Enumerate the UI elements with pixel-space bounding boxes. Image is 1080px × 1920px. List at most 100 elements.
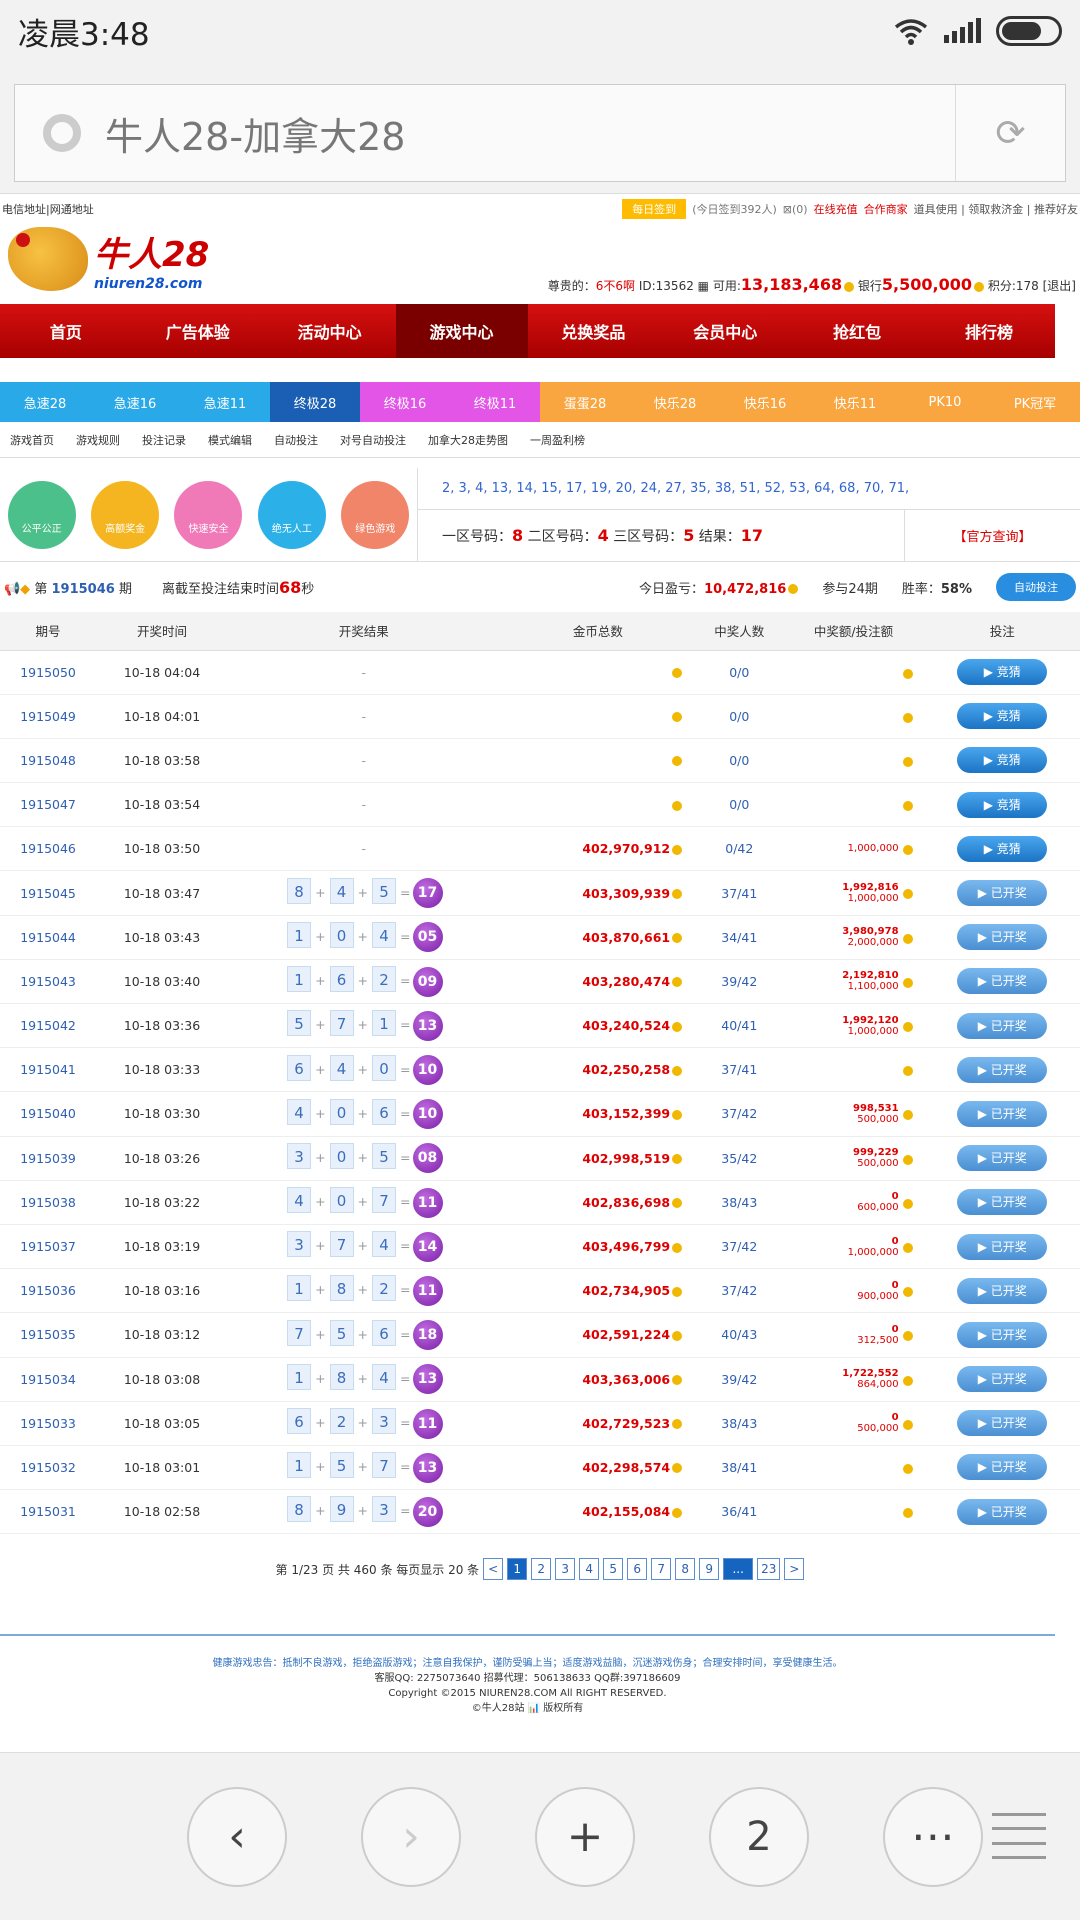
auto-bet-button[interactable]: 自动投注	[996, 573, 1076, 601]
game-tab-0[interactable]: 急速28	[0, 382, 90, 422]
game-tab-10[interactable]: PK10	[900, 382, 990, 422]
menu-icon[interactable]	[992, 1813, 1046, 1859]
period-id[interactable]: 1915048	[0, 738, 97, 784]
network-links[interactable]: 电信地址|网通地址	[2, 201, 94, 217]
game-tab-9[interactable]: 快乐11	[810, 382, 900, 422]
forward-button[interactable]: ›	[361, 1786, 461, 1887]
drawn-button[interactable]: ▶ 已开奖	[957, 1189, 1048, 1216]
username[interactable]: 6不6啊	[596, 279, 635, 293]
sub-nav-item-4[interactable]: 自动投注	[274, 432, 318, 448]
drawn-button[interactable]: ▶ 已开奖	[957, 1410, 1048, 1437]
sub-nav-item-2[interactable]: 投注记录	[142, 432, 186, 448]
daily-sign-button[interactable]: 每日签到	[622, 199, 687, 219]
nav-item-3[interactable]: 游戏中心	[395, 304, 528, 358]
period-id[interactable]: 1915047	[0, 782, 97, 828]
period-id[interactable]: 1915036	[0, 1268, 97, 1314]
game-tab-6[interactable]: 蛋蛋28	[540, 382, 630, 422]
drawn-button[interactable]: ▶ 已开奖	[957, 1277, 1048, 1304]
drawn-button[interactable]: ▶ 已开奖	[957, 1498, 1048, 1525]
sub-nav-item-0[interactable]: 游戏首页	[10, 432, 54, 448]
drawn-button[interactable]: ▶ 已开奖	[957, 1233, 1048, 1260]
game-tab-8[interactable]: 快乐16	[720, 382, 810, 422]
drawn-button[interactable]: ▶ 已开奖	[957, 1100, 1048, 1127]
period-id[interactable]: 1915037	[0, 1224, 97, 1270]
pager-page[interactable]: 6	[627, 1558, 648, 1581]
nav-item-4[interactable]: 兑换奖品	[528, 304, 660, 358]
nav-item-5[interactable]: 会员中心	[659, 304, 791, 358]
game-tab-3[interactable]: 终极28	[270, 382, 360, 422]
guess-button[interactable]: ▶ 竞猜	[957, 659, 1048, 686]
official-query-link[interactable]: 【官方查询】	[904, 510, 1080, 561]
period-id[interactable]: 1915031	[0, 1489, 97, 1535]
merchant-link[interactable]: 合作商家	[864, 201, 908, 217]
period-id[interactable]: 1915035	[0, 1312, 97, 1358]
pager-ellipsis[interactable]: ...	[723, 1558, 754, 1581]
drawn-button[interactable]: ▶ 已开奖	[957, 924, 1048, 951]
period-id[interactable]: 1915038	[0, 1180, 97, 1225]
sub-nav-item-6[interactable]: 加拿大28走势图	[428, 432, 508, 448]
game-tab-4[interactable]: 终极16	[360, 382, 450, 422]
period-id[interactable]: 1915046	[0, 826, 97, 872]
period-id[interactable]: 1915034	[0, 1357, 97, 1402]
pager-page[interactable]: 8	[675, 1558, 696, 1581]
message-link[interactable]: ⊠(0)	[783, 203, 808, 216]
period-id[interactable]: 1915041	[0, 1047, 97, 1093]
pager-page[interactable]: 2	[531, 1558, 552, 1581]
period-id[interactable]: 1915040	[0, 1091, 97, 1137]
pager-page[interactable]: 4	[579, 1558, 600, 1581]
nav-item-7[interactable]: 排行榜	[923, 304, 1055, 358]
pager-page[interactable]: 5	[603, 1558, 624, 1581]
period-id[interactable]: 1915039	[0, 1136, 97, 1181]
nav-item-1[interactable]: 广告体验	[132, 304, 264, 358]
guess-button[interactable]: ▶ 竞猜	[957, 791, 1048, 818]
pager-next[interactable]: >	[784, 1558, 805, 1581]
period-id[interactable]: 1915049	[0, 694, 97, 739]
period-id[interactable]: 1915032	[0, 1445, 97, 1491]
nav-item-2[interactable]: 活动中心	[264, 304, 396, 358]
sub-nav-item-3[interactable]: 模式编辑	[208, 432, 252, 448]
pager-prev[interactable]: <	[483, 1558, 504, 1581]
period-id[interactable]: 1915050	[0, 650, 97, 695]
game-tab-5[interactable]: 终极11	[450, 382, 540, 422]
pager-page[interactable]: 9	[699, 1558, 720, 1581]
game-tab-2[interactable]: 急速11	[180, 382, 270, 422]
pager-last[interactable]: 23	[757, 1558, 781, 1581]
guess-button[interactable]: ▶ 竞猜	[957, 835, 1048, 862]
misc-links[interactable]: 道具使用 | 领取救济金 | 推荐好友	[914, 201, 1078, 217]
game-tab-1[interactable]: 急速16	[90, 382, 180, 422]
drawn-button[interactable]: ▶ 已开奖	[957, 1145, 1048, 1172]
period-id[interactable]: 1915033	[0, 1401, 97, 1446]
drawn-button[interactable]: ▶ 已开奖	[957, 1012, 1048, 1039]
site-logo[interactable]: 牛人28 niuren28.com	[8, 224, 209, 294]
guess-button[interactable]: ▶ 竞猜	[957, 747, 1048, 774]
period-id[interactable]: 1915045	[0, 870, 97, 916]
more-button[interactable]: ⋯	[883, 1786, 983, 1887]
game-tab-7[interactable]: 快乐28	[630, 382, 720, 422]
guess-button[interactable]: ▶ 竞猜	[957, 703, 1048, 730]
game-tab-11[interactable]: PK冠军	[990, 382, 1080, 422]
drawn-button[interactable]: ▶ 已开奖	[957, 1366, 1048, 1393]
new-tab-button[interactable]: +	[535, 1786, 635, 1887]
sub-nav-item-7[interactable]: 一周盈利榜	[530, 432, 585, 448]
url-box[interactable]: 牛人28-加拿大28 ⟳	[14, 84, 1066, 182]
drawn-button[interactable]: ▶ 已开奖	[957, 1454, 1048, 1481]
pager-page[interactable]: 7	[651, 1558, 672, 1581]
pager-page[interactable]: 3	[555, 1558, 576, 1581]
period-id[interactable]: 1915043	[0, 959, 97, 1005]
nav-item-0[interactable]: 首页	[0, 304, 132, 358]
drawn-button[interactable]: ▶ 已开奖	[957, 880, 1048, 907]
back-button[interactable]: ‹	[187, 1786, 287, 1887]
drawn-button[interactable]: ▶ 已开奖	[957, 968, 1048, 995]
reload-icon[interactable]: ⟳	[955, 85, 1065, 181]
recharge-link[interactable]: 在线充值	[814, 201, 858, 217]
sub-nav-item-1[interactable]: 游戏规则	[76, 432, 120, 448]
sub-nav-item-5[interactable]: 对号自动投注	[340, 432, 406, 448]
nav-item-6[interactable]: 抢红包	[791, 304, 923, 358]
drawn-button[interactable]: ▶ 已开奖	[957, 1056, 1048, 1083]
tabs-button[interactable]: 2	[709, 1786, 809, 1887]
logout-link[interactable]: [退出]	[1043, 279, 1076, 293]
period-id[interactable]: 1915044	[0, 915, 97, 960]
drawn-button[interactable]: ▶ 已开奖	[957, 1321, 1048, 1348]
period-id[interactable]: 1915042	[0, 1003, 97, 1049]
pager-page[interactable]: 1	[507, 1558, 528, 1581]
